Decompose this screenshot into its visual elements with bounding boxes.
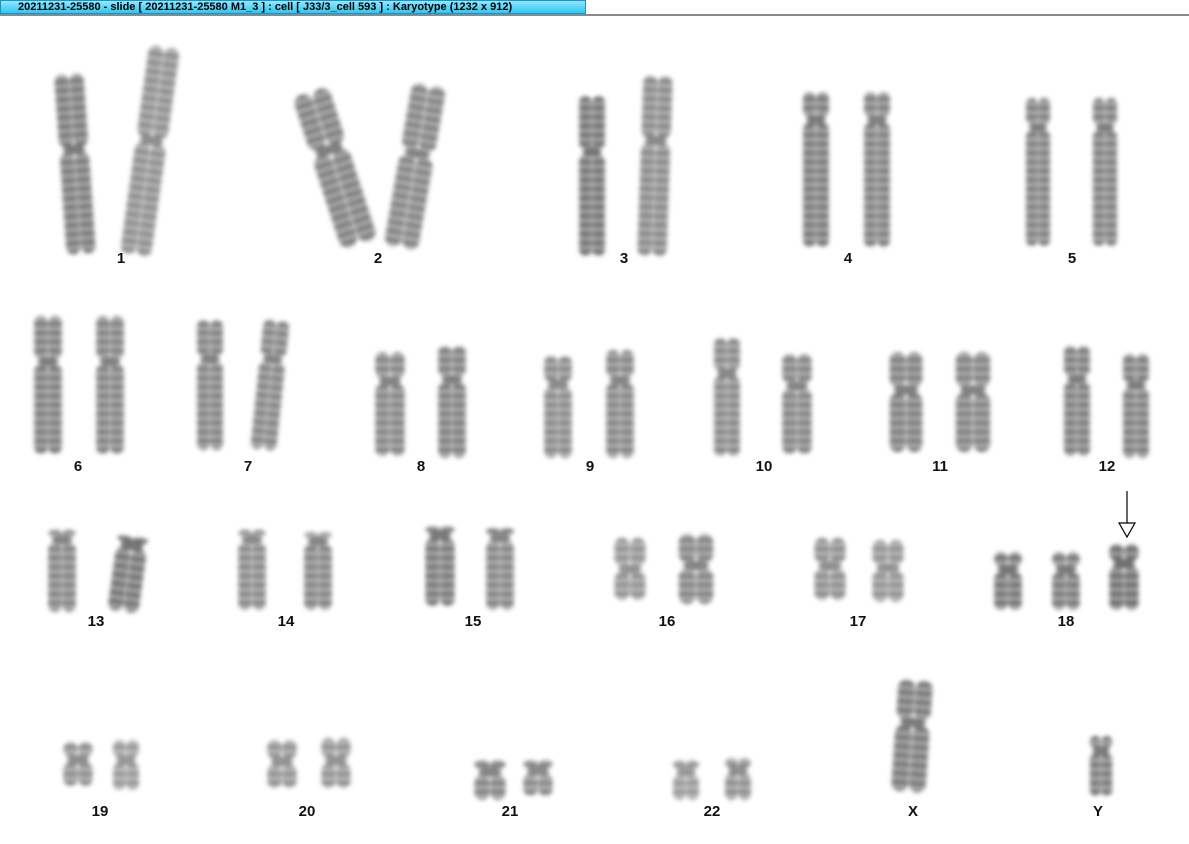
chromosome	[725, 758, 751, 800]
pair-label-3: 3	[619, 250, 629, 267]
chromosome	[63, 742, 93, 786]
pair-label-22: 22	[703, 803, 721, 820]
chromosome	[814, 538, 846, 600]
chromosome	[1064, 346, 1090, 456]
chromosome	[637, 75, 673, 257]
chromosome	[108, 535, 149, 613]
pair-label-12: 12	[1098, 458, 1116, 475]
chromosome	[544, 356, 572, 458]
chromosome	[1123, 354, 1149, 458]
pair-label-10: 10	[755, 458, 773, 475]
chromosome	[523, 760, 553, 796]
pair-label-20: 20	[298, 803, 316, 820]
pair-label-11: 11	[932, 458, 948, 475]
chromosome	[955, 352, 991, 452]
pair-label-x: X	[907, 803, 919, 820]
karyotype-image	[34, 45, 1149, 800]
chromosome	[113, 740, 139, 790]
karyotype-canvas: 1 2 3 4 5 6 7 8 9 10 11 12 13 14 15 16 1…	[0, 16, 1189, 844]
chromosome	[803, 92, 829, 247]
chromosome	[34, 316, 62, 454]
chromosome	[782, 354, 812, 454]
chromosome	[1025, 98, 1051, 246]
pair-label-9: 9	[585, 458, 595, 475]
chromosome	[54, 73, 96, 255]
chromosome	[267, 740, 297, 788]
chromosome	[294, 88, 376, 248]
chromosome	[714, 338, 740, 456]
chromosome	[994, 552, 1022, 610]
chromosome	[1109, 544, 1139, 610]
chromosome	[678, 534, 714, 604]
pair-label-21: 21	[501, 803, 519, 820]
chromosome	[1089, 736, 1113, 796]
pair-label-4: 4	[843, 250, 853, 267]
chromosome	[1092, 98, 1118, 246]
chromosome	[238, 530, 266, 610]
pair-label-16: 16	[658, 613, 676, 630]
chromosome	[304, 532, 332, 610]
pair-label-19: 19	[91, 803, 109, 820]
pair-label-5: 5	[1067, 250, 1077, 267]
pair-label-17: 17	[849, 613, 867, 630]
chromosome	[864, 92, 890, 247]
pair-label-18: 18	[1057, 613, 1075, 630]
pair-label-8: 8	[416, 458, 426, 475]
pair-label-15: 15	[464, 613, 482, 630]
chromosome	[375, 352, 405, 456]
chromosome	[385, 83, 445, 250]
chromosome	[614, 538, 646, 600]
chromosome	[251, 319, 289, 451]
chromosome	[197, 320, 223, 450]
window-title: 20211231-25580 - slide [ 20211231-25580 …	[0, 0, 586, 14]
chromosome	[486, 528, 514, 610]
down-arrow-icon	[1117, 491, 1137, 539]
chromosome	[872, 540, 904, 602]
chromosome	[321, 738, 351, 788]
chromosome	[96, 316, 124, 454]
chromosome	[891, 679, 933, 793]
pair-label-13: 13	[87, 613, 105, 630]
pair-label-6: 6	[73, 458, 83, 475]
pair-label-2: 2	[373, 250, 383, 267]
chromosome	[121, 45, 179, 257]
chromosome	[425, 526, 455, 606]
chromosome	[889, 352, 923, 452]
pair-label-y: Y	[1092, 803, 1104, 820]
chromosome	[1052, 552, 1080, 610]
pair-label-1: 1	[116, 250, 126, 267]
chromosome	[438, 346, 466, 458]
chromosome	[606, 350, 634, 458]
chromosome	[579, 96, 605, 256]
pair-label-14: 14	[277, 613, 295, 630]
chromosome	[673, 760, 699, 800]
chromosome	[474, 760, 506, 800]
chromosome	[48, 530, 76, 612]
pair-label-7: 7	[243, 458, 253, 475]
